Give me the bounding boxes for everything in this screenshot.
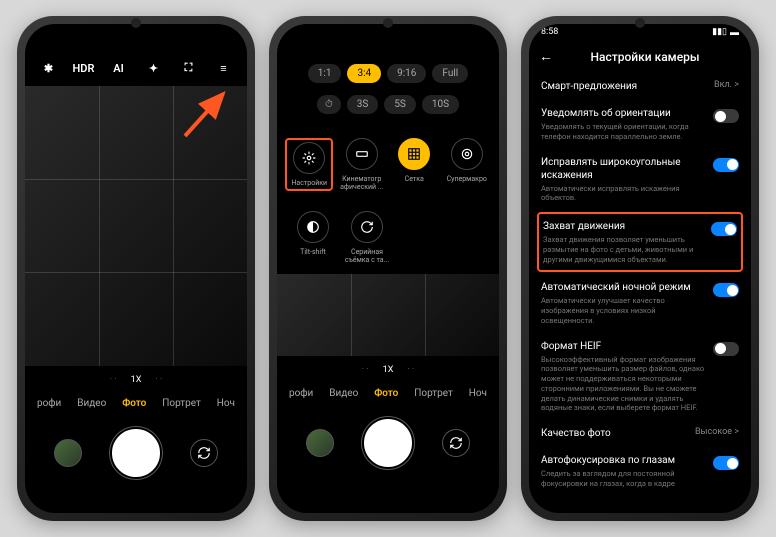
filter-icon[interactable]: ✦ (142, 56, 166, 80)
page-title: Настройки камеры (563, 50, 727, 64)
mode-video[interactable]: Видео (77, 398, 106, 409)
arrow-annotation (177, 84, 237, 144)
zoom-selector[interactable]: · · 1X · · (25, 366, 247, 390)
setting-eye-autofocus[interactable]: Автофокусировка по глазам Следить за взг… (539, 447, 741, 496)
toggle-heif[interactable] (713, 342, 739, 356)
shutter-row (25, 417, 247, 489)
toggle-night[interactable] (713, 283, 739, 297)
mode-video[interactable]: Видео (329, 388, 358, 399)
mode-selector[interactable]: рофи Видео Фото Портрет Ноч (25, 390, 247, 417)
flash-icon[interactable]: ✱ (37, 56, 61, 80)
timer-3s[interactable]: 3S (347, 95, 379, 114)
toggle-eye-af[interactable] (713, 456, 739, 470)
mode-selector[interactable]: рофи Видео Фото Портрет Ноч (277, 380, 499, 407)
shutter-button[interactable] (112, 429, 160, 477)
settings-screen: 8:58 ▮▮▯ ▬ ← Настройки камеры Смарт-пред… (529, 24, 751, 513)
zoom-level[interactable]: 1X (383, 365, 394, 375)
aspect-ratio-row: 1:1 3:4 9:16 Full (277, 56, 499, 91)
option-settings[interactable]: Настройки (285, 138, 333, 191)
phone-frame-1: ✱ HDR AI ✦ ⛶ ≡ · · 1X · · (17, 16, 255, 521)
phone-frame-3: 8:58 ▮▮▯ ▬ ← Настройки камеры Смарт-пред… (521, 16, 759, 521)
switch-camera-button[interactable] (442, 429, 470, 457)
option-tiltshift[interactable]: Tilt-shift (289, 211, 337, 264)
gallery-thumbnail[interactable] (54, 439, 82, 467)
timer-row: ⏱ 3S 5S 10S (277, 91, 499, 128)
toggle-orientation[interactable] (713, 109, 739, 123)
timer-5s[interactable]: 5S (384, 95, 416, 114)
toggle-distortion[interactable] (713, 158, 739, 172)
camera-options-screen: 1:1 3:4 9:16 Full ⏱ 3S 5S 10S Настройки … (277, 24, 499, 513)
zoom-level[interactable]: 1X (131, 375, 142, 385)
mode-photo[interactable]: Фото (374, 388, 398, 399)
setting-smart-suggestions[interactable]: Смарт-предложения Вкл. > (539, 73, 741, 100)
settings-list[interactable]: Смарт-предложения Вкл. > Уведомлять об о… (529, 73, 751, 513)
hdr-button[interactable]: HDR (72, 56, 96, 80)
toggle-motion[interactable] (711, 222, 737, 236)
ratio-full[interactable]: Full (432, 64, 468, 83)
ratio-9-16[interactable]: 9:16 (387, 64, 426, 83)
shutter-button[interactable] (364, 419, 412, 467)
menu-icon[interactable]: ≡ (212, 56, 236, 80)
setting-heif[interactable]: Формат HEIF Высокоэффективный формат изо… (539, 333, 741, 421)
status-time: 8:58 (541, 27, 558, 37)
mode-portrait[interactable]: Портрет (414, 388, 453, 399)
mode-photo[interactable]: Фото (122, 398, 146, 409)
mode-pro[interactable]: рофи (289, 388, 313, 399)
mode-night[interactable]: Ноч (217, 398, 235, 409)
timer-10s[interactable]: 10S (422, 95, 459, 114)
zoom-selector[interactable]: · · 1X · · (277, 356, 499, 380)
option-grid[interactable]: Сетка (390, 138, 438, 191)
camera-top-bar: ✱ HDR AI ✦ ⛶ ≡ (25, 50, 247, 86)
settings-header: ← Настройки камеры (529, 40, 751, 73)
battery-icon: ▬ (730, 27, 739, 38)
setting-motion-capture[interactable]: Захват движения Захват движения позволяе… (537, 212, 743, 272)
options-row-2: Tilt-shift Серийная съёмка с та... (277, 201, 499, 274)
back-button[interactable]: ← (539, 48, 553, 65)
signal-icon: ▮▮▯ (712, 27, 727, 37)
status-icons: ▮▮▯ ▬ (712, 27, 739, 38)
ai-button[interactable]: AI (107, 56, 131, 80)
mode-portrait[interactable]: Портрет (162, 398, 201, 409)
option-supermacro[interactable]: Супермакро (443, 138, 491, 191)
switch-camera-button[interactable] (190, 439, 218, 467)
mode-night[interactable]: Ноч (469, 388, 487, 399)
setting-auto-night[interactable]: Автоматический ночной режим Автоматическ… (539, 274, 741, 332)
timer-icon[interactable]: ⏱ (317, 95, 341, 114)
ratio-3-4[interactable]: 3:4 (347, 64, 381, 83)
setting-photo-quality[interactable]: Качество фото Высокое > (539, 420, 741, 447)
ratio-1-1[interactable]: 1:1 (308, 64, 342, 83)
viewfinder-partial[interactable] (277, 274, 499, 356)
shutter-row (277, 407, 499, 479)
options-row-1: Настройки Кинематогр афический ... Сетка… (277, 128, 499, 201)
phone-frame-2: 1:1 3:4 9:16 Full ⏱ 3S 5S 10S Настройки … (269, 16, 507, 521)
option-burst[interactable]: Серийная съёмка с та... (343, 211, 391, 264)
scan-icon[interactable]: ⛶ (177, 56, 201, 80)
setting-wide-distortion[interactable]: Исправлять широкоугольные искажения Авто… (539, 149, 741, 211)
mode-pro[interactable]: рофи (37, 398, 61, 409)
setting-orientation-notify[interactable]: Уведомлять об ориентации Уведомлять о те… (539, 100, 741, 149)
option-cinematic[interactable]: Кинематогр афический ... (338, 138, 386, 191)
camera-screen: ✱ HDR AI ✦ ⛶ ≡ · · 1X · · (25, 24, 247, 513)
gallery-thumbnail[interactable] (306, 429, 334, 457)
